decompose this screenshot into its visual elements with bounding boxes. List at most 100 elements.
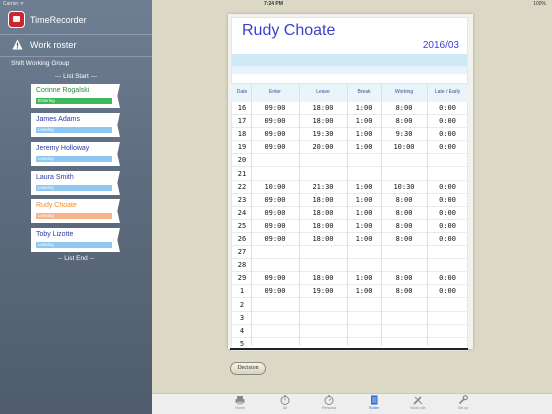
table-row[interactable]: 25 09:00 18:00 1:00 8:00 0:00: [231, 220, 468, 233]
staff-status-badge: Leaving: [36, 156, 112, 162]
cell-break: 1:00: [355, 274, 373, 283]
table-row[interactable]: 16 09:00 18:00 1:00 8:00 0:00: [231, 102, 468, 115]
tab-label: Home: [235, 406, 245, 410]
cell-break: 1:00: [355, 195, 373, 204]
cell-working: 8:00: [395, 208, 413, 217]
cell-late-early: 0:00: [439, 117, 456, 126]
carrier-label: Carrier ᯤ: [3, 1, 25, 7]
tab-set-up[interactable]: Set up: [443, 395, 483, 414]
tab-label: Roster: [368, 406, 380, 410]
table-row[interactable]: 3: [231, 312, 468, 325]
cell-leave: 18:00: [312, 104, 334, 112]
cell-date: 27: [237, 248, 247, 257]
cell-working: 8:00: [395, 287, 413, 296]
staff-name: Toby Lizotte: [36, 231, 74, 238]
header-band: [232, 54, 467, 66]
staff-card-corinne-rogalski[interactable]: Corinne Rogalski Entering: [31, 84, 120, 108]
cell-late-early: 0:00: [439, 104, 456, 112]
tab-label: Set up: [457, 406, 469, 410]
cell-working: 10:30: [393, 182, 415, 191]
column-header-enter: Enter: [269, 89, 281, 95]
cell-late-early: 0:00: [439, 143, 456, 152]
cell-date: 26: [237, 235, 247, 243]
cell-break: 1:00: [355, 235, 373, 243]
sheet-bottom-edge: [230, 348, 468, 350]
table-row[interactable]: 29 09:00 18:00 1:00 8:00 0:00: [231, 272, 468, 286]
column-divider: [427, 84, 428, 346]
cell-date: 21: [237, 169, 247, 178]
app-title: TimeRecorder: [30, 15, 87, 25]
battery-indicator: 100%: [533, 1, 546, 7]
staff-status-badge: Leaving: [36, 127, 112, 133]
table-row[interactable]: 24 09:00 18:00 1:00 8:00 0:00: [231, 207, 468, 220]
table-row[interactable]: 17 09:00 18:00 1:00 8:00 0:00: [231, 115, 468, 129]
status-bar: Carrier ᯤ 7:24 PM 100%: [0, 0, 552, 9]
tab-roster[interactable]: Roster: [354, 395, 394, 414]
column-divider: [251, 84, 252, 346]
cell-working: 8:00: [395, 195, 413, 204]
table-row[interactable]: 27: [231, 246, 468, 260]
table-row[interactable]: 20: [231, 154, 468, 168]
column-header-leave: Leave: [316, 89, 330, 95]
clock: 7:24 PM: [264, 1, 283, 7]
staff-status-badge: Leaving: [36, 242, 112, 248]
staff-name: Jeremy Holloway: [36, 145, 90, 152]
cell-break: 1:00: [355, 104, 373, 112]
column-header-working: Working: [394, 89, 414, 95]
tab-all[interactable]: All: [265, 395, 305, 414]
table-row[interactable]: 23 09:00 18:00 1:00 8:00 0:00: [231, 194, 468, 207]
table-row[interactable]: 2: [231, 299, 468, 312]
staff-status-badge: Leaving: [36, 213, 112, 219]
table-row[interactable]: 4: [231, 325, 468, 338]
cell-leave: 19:00: [312, 287, 334, 296]
staff-card-jeremy-holloway[interactable]: Jeremy Holloway Leaving: [31, 142, 120, 166]
tab-label: Personal: [322, 406, 336, 410]
group-label: Shift Working Group: [11, 60, 70, 67]
cell-leave: 18:00: [312, 195, 334, 204]
cell-leave: 18:00: [312, 208, 334, 217]
work-roster-item[interactable]: Work roster: [0, 37, 152, 55]
cell-date: 16: [237, 104, 247, 112]
table-row[interactable]: 1 09:00 19:00 1:00 8:00 0:00: [231, 285, 468, 299]
cell-leave: 21:30: [312, 182, 334, 191]
staff-card-laura-smith[interactable]: Laura Smith Leaving: [31, 171, 120, 195]
main-panel: Rudy Choate 2016/03 Date Enter Leave Bre…: [152, 0, 552, 414]
cell-enter: 09:00: [264, 195, 286, 204]
decision-button[interactable]: Decision: [230, 362, 266, 375]
tab-work-rule[interactable]: Work rule: [398, 395, 438, 414]
column-header-date: Date: [236, 89, 248, 95]
table-row[interactable]: 19 09:00 20:00 1:00 10:00 0:00: [231, 141, 468, 155]
stopwatch-icon: [280, 395, 290, 405]
cell-date: 22: [237, 182, 247, 191]
header-band-light: [232, 66, 467, 74]
cell-late-early: 0:00: [439, 208, 456, 217]
staff-card-rudy-choate[interactable]: Rudy Choate Leaving: [31, 199, 120, 223]
app-logo-icon: [8, 11, 25, 28]
cell-late-early: 0:00: [439, 182, 456, 191]
staff-card-toby-lizotte[interactable]: Toby Lizotte Leaving: [31, 228, 120, 252]
staff-card-james-adams[interactable]: James Adams Leaving: [31, 113, 120, 137]
cell-working: 8:00: [395, 104, 413, 112]
column-header-break: Break: [357, 89, 371, 95]
table-row[interactable]: 22 10:00 21:30 1:00 10:30 0:00: [231, 181, 468, 194]
cell-enter: 09:00: [264, 117, 286, 126]
tab-home[interactable]: Home: [220, 395, 260, 414]
cell-enter: 09:00: [264, 274, 286, 283]
table-row[interactable]: 28: [231, 259, 468, 273]
table-row[interactable]: 21: [231, 168, 468, 181]
sidebar: TimeRecorder Work roster Shift Working G…: [0, 0, 152, 414]
cell-date: 2: [239, 300, 245, 309]
cell-late-early: 0:00: [439, 130, 456, 139]
cell-working: 8:00: [395, 274, 413, 283]
tab-personal[interactable]: Personal: [309, 395, 349, 414]
column-divider: [381, 84, 382, 346]
staff-name: Laura Smith: [36, 174, 74, 181]
tab-bar: Home All Personal Roster Work rule Set u…: [152, 393, 552, 414]
cell-break: 1:00: [355, 208, 373, 217]
cell-date: 5: [239, 339, 245, 348]
table-row[interactable]: 26 09:00 18:00 1:00 8:00 0:00: [231, 233, 468, 246]
app-header: TimeRecorder: [0, 9, 152, 33]
table-row[interactable]: 18 09:00 19:30 1:00 9:30 0:00: [231, 128, 468, 142]
cell-break: 1:00: [355, 221, 373, 230]
wrench-icon: [458, 395, 468, 405]
